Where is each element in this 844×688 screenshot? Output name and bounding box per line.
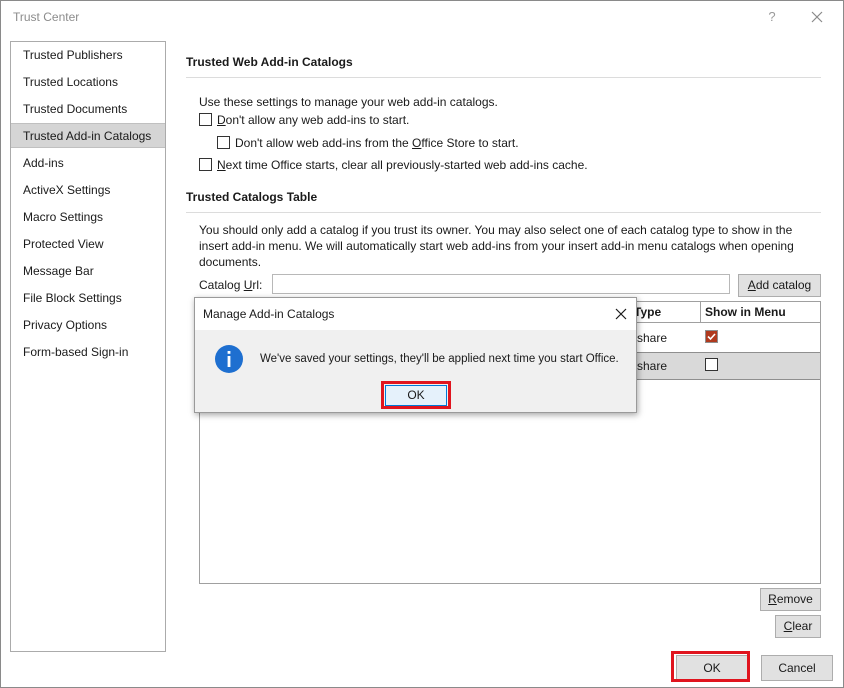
catalogs-intro: Use these settings to manage your web ad…: [199, 95, 498, 109]
catalogs-description: You should only add a catalog if you tru…: [199, 223, 794, 269]
remove-button[interactable]: Remove: [760, 588, 821, 611]
catalogs-divider: [186, 77, 821, 78]
ok-button-highlight: [671, 651, 750, 682]
catalogs-heading: Trusted Web Add-in Catalogs: [186, 55, 353, 69]
dialog-ok-highlight: [381, 381, 451, 409]
row-2-show-in-menu-checkbox[interactable]: [705, 358, 718, 371]
dialog-title: Manage Add-in Catalogs: [203, 307, 335, 321]
office-store-checkbox[interactable]: [217, 136, 230, 149]
catalog-url-label: Catalog Url:: [199, 278, 263, 292]
cancel-button[interactable]: Cancel: [761, 655, 833, 681]
dialog-close-icon[interactable]: [614, 307, 628, 321]
dialog-message: We've saved your settings, they'll be ap…: [260, 353, 619, 365]
office-store-label: Don't allow web add-ins from the Office …: [235, 136, 519, 150]
catalogs-table-divider: [186, 212, 821, 213]
dont-allow-checkbox[interactable]: [199, 113, 212, 126]
catalog-url-input[interactable]: [272, 274, 730, 294]
clear-button[interactable]: Clear: [775, 615, 821, 638]
trust-center-window: Trust Center ? Trusted Publishers Truste…: [0, 0, 844, 688]
clear-cache-label: Next time Office starts, clear all previ…: [217, 158, 588, 172]
row-2-type: share: [637, 359, 668, 373]
dont-allow-label: Don't allow any web add-ins to start.: [217, 113, 410, 127]
clear-cache-checkbox[interactable]: [199, 158, 212, 171]
dialog-title-bar: Manage Add-in Catalogs: [195, 298, 636, 330]
column-header-show-in-menu[interactable]: Show in Menu: [701, 302, 820, 323]
add-catalog-button[interactable]: Add catalog: [738, 274, 821, 297]
row-1-show-in-menu-checkbox[interactable]: [705, 330, 718, 343]
catalogs-table-heading: Trusted Catalogs Table: [186, 190, 318, 204]
row-1-type: share: [637, 331, 668, 345]
info-icon: [214, 344, 244, 374]
manage-add-in-catalogs-dialog: Manage Add-in Catalogs We've saved your …: [194, 297, 637, 413]
